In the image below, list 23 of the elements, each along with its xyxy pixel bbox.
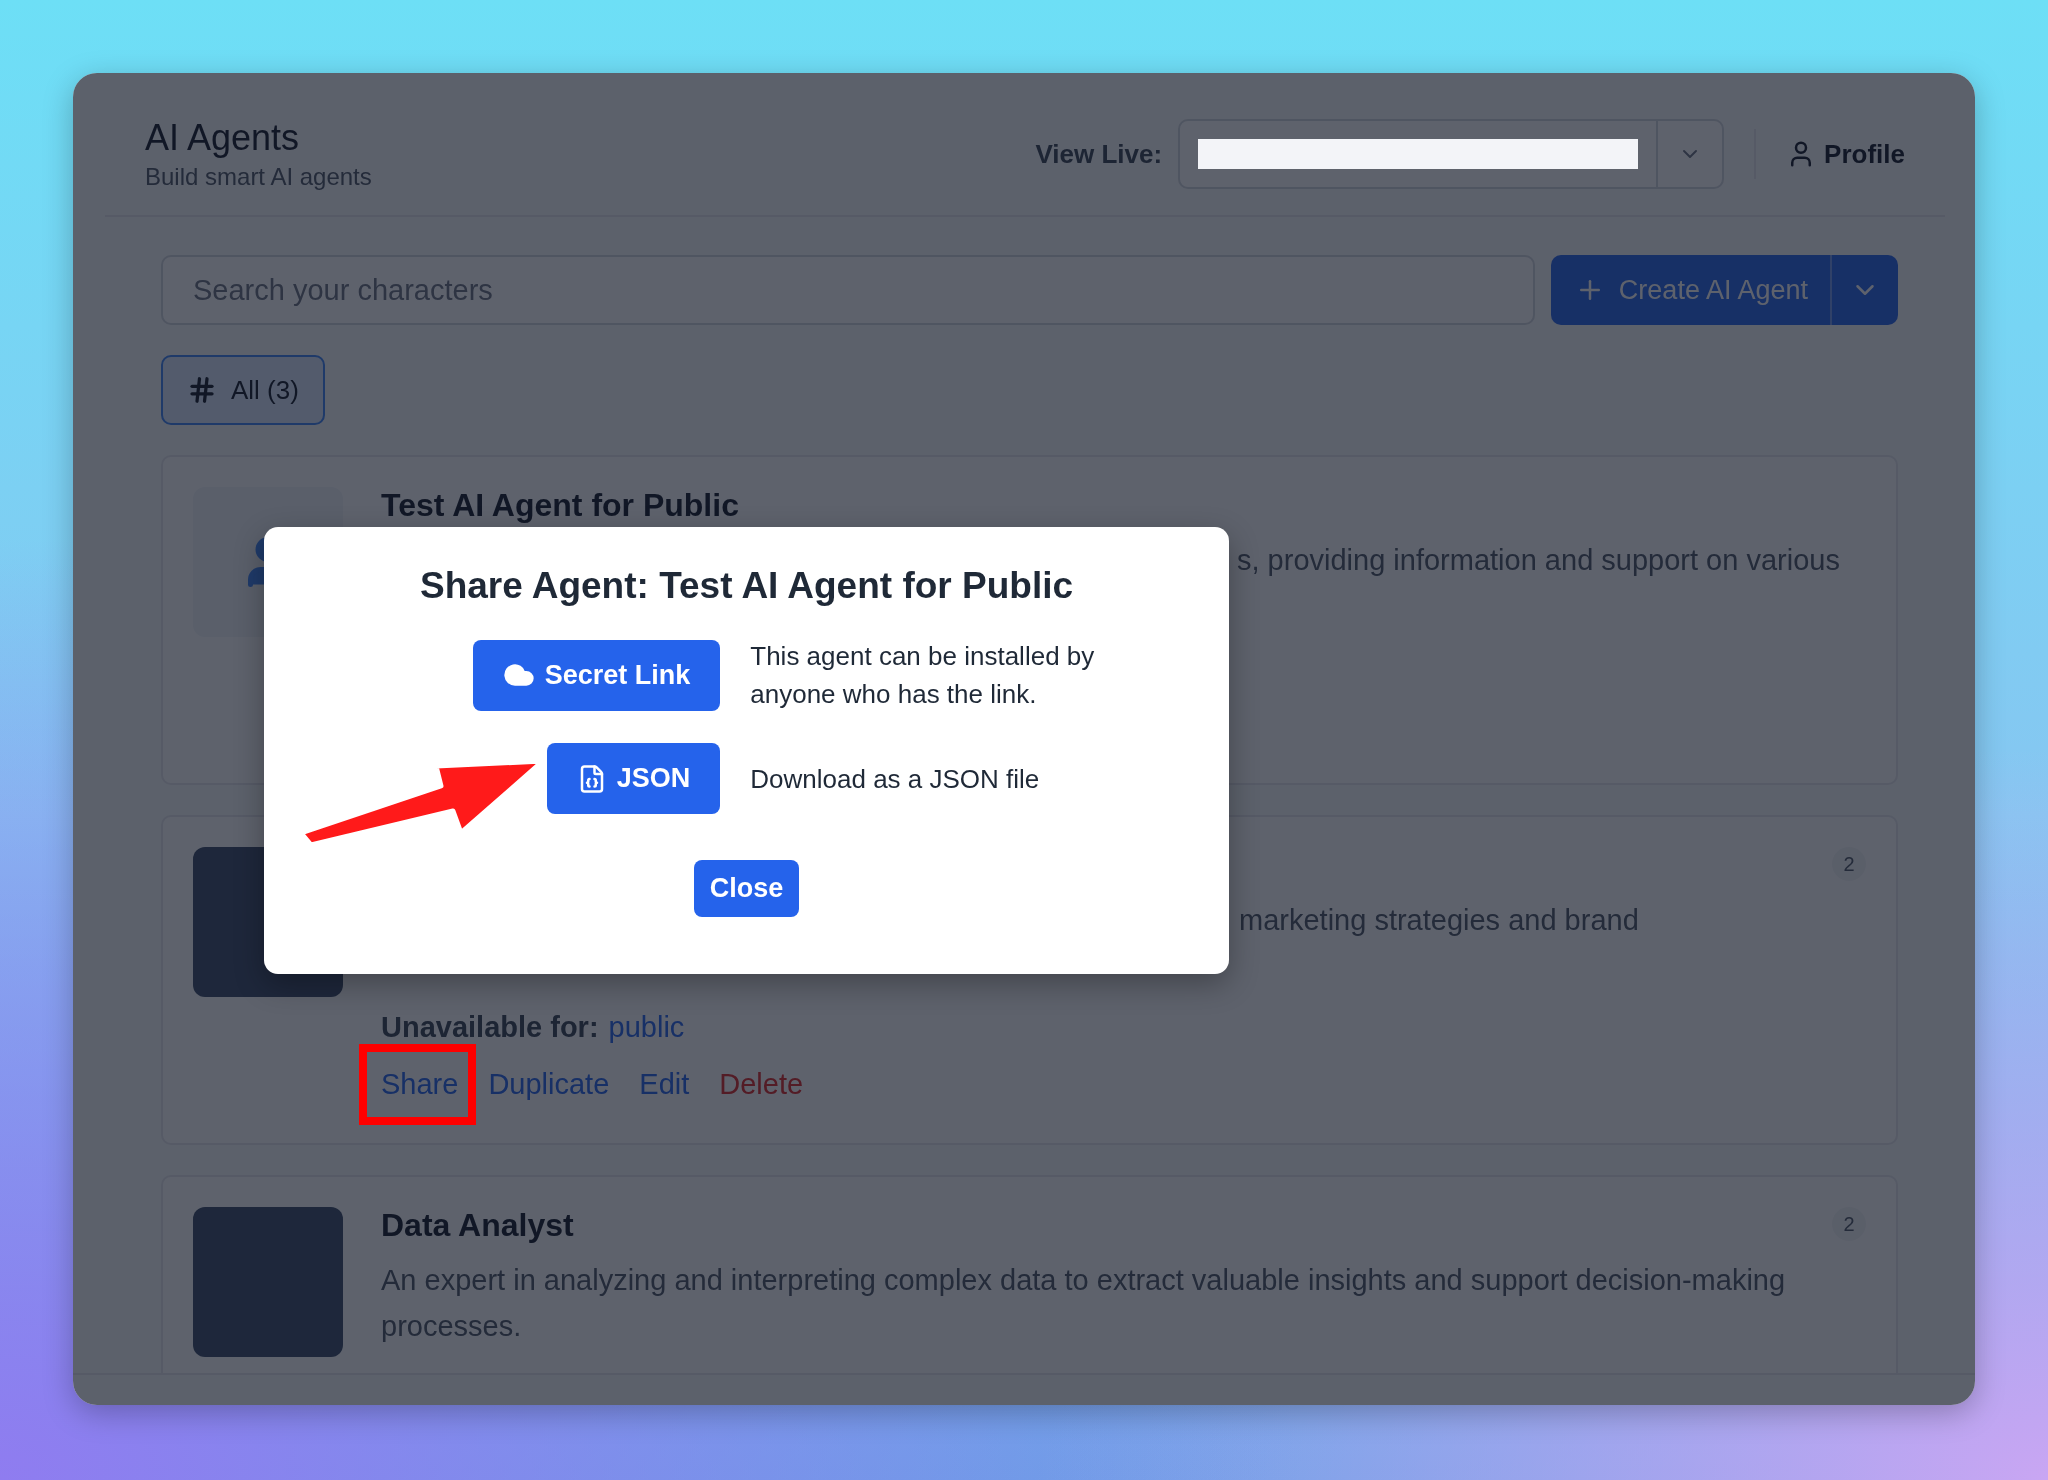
secret-link-button[interactable]: Secret Link [472, 639, 721, 711]
close-button[interactable]: Close [693, 860, 800, 917]
option-description: This agent can be installed by anyone who has the link. [750, 640, 1096, 711]
action-link[interactable]: Share [381, 1068, 459, 1100]
page-subtitle: Build smart AI agents [145, 163, 372, 191]
agent-title: Data Analyst [381, 1207, 575, 1245]
agent-description: s, providing information and support on various [1237, 543, 1840, 578]
agent-description: marketing strategies and brand [1239, 903, 1639, 938]
page-title: AI Agents [145, 117, 301, 159]
agent-title: Test AI Agent for Public [381, 487, 740, 525]
hash-icon [187, 375, 217, 405]
view-live-select[interactable] [1178, 119, 1725, 189]
view-live-label: View Live: [1035, 138, 1163, 170]
delete-link[interactable]: Delete [719, 1068, 804, 1100]
action-link[interactable]: Edit [639, 1068, 690, 1100]
availability-label: Unavailable for: [381, 1011, 599, 1044]
agent-description: An expert in analyzing and interpreting complex data to extract valuable insights and support decision-making processes. [381, 1263, 1787, 1344]
option-description: Download as a JSON file [750, 762, 1041, 796]
availability-value: public [608, 1011, 685, 1044]
filter-tag[interactable]: All (3) [161, 355, 325, 425]
action-link[interactable]: Duplicate [488, 1068, 610, 1100]
dialog-title: Share Agent: Test AI Agent for Public [420, 565, 1073, 607]
profile-button[interactable]: Profile [1786, 138, 1905, 170]
